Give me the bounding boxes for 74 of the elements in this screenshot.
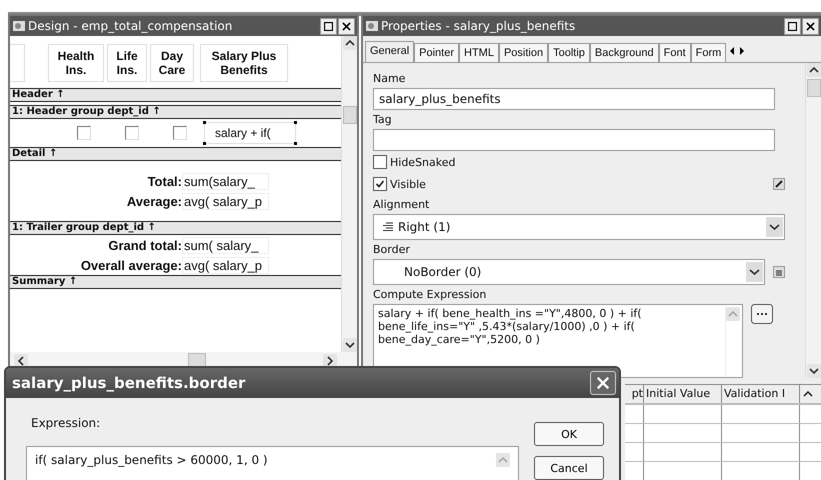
field-label: Expression:: [31, 416, 102, 430]
tab[interactable]: Background: [590, 43, 659, 62]
checkbox-label: HideSnaked: [390, 156, 456, 168]
column-header: pt: [625, 385, 644, 403]
maximize-button[interactable]: [320, 18, 337, 34]
window-title: Design - emp_total_compensation: [28, 19, 234, 33]
computed-field[interactable]: avg( salary_p: [182, 256, 269, 274]
list-icon[interactable]: [773, 266, 785, 278]
field-label: Overall average:: [80, 258, 182, 272]
band-bar[interactable]: 1: Trailer group dept_id ↑: [10, 221, 341, 235]
close-button[interactable]: [802, 18, 819, 34]
scroll-down-icon[interactable]: [806, 364, 820, 378]
scroll-up-icon[interactable]: [806, 63, 820, 77]
dialog-button[interactable]: OK: [534, 422, 604, 446]
column-header: Life Ins.: [107, 44, 147, 82]
checkbox[interactable]: [77, 126, 91, 140]
pencil-icon[interactable]: [773, 178, 785, 190]
column-header: Health Ins.: [48, 44, 104, 82]
tab[interactable]: Position: [498, 43, 548, 62]
maximize-icon: [324, 22, 333, 30]
computed-field[interactable]: sum( salary_: [182, 236, 269, 254]
tab[interactable]: Tooltip: [548, 43, 590, 62]
band-bar[interactable]: Detail ↑: [10, 147, 341, 161]
maximize-button[interactable]: [784, 18, 801, 34]
tab[interactable]: HTML: [459, 43, 499, 62]
field-label: Compute Expression: [373, 288, 488, 301]
tab[interactable]: Font: [658, 43, 691, 62]
checkbox[interactable]: [373, 177, 387, 191]
scroll-thumb[interactable]: [806, 79, 820, 97]
checkbox[interactable]: [373, 155, 387, 169]
window-title: Properties - salary_plus_benefits: [381, 19, 576, 33]
field-label: Average:: [126, 194, 182, 208]
column-header: Validation I: [722, 385, 800, 403]
align-right-icon: [382, 222, 394, 232]
check-icon: [375, 179, 385, 189]
close-icon: [342, 22, 351, 30]
dropdown[interactable]: NoBorder (0): [373, 259, 765, 285]
close-icon: [596, 376, 610, 390]
scroll-thumb[interactable]: [342, 106, 356, 124]
dropdown[interactable]: Right (1): [373, 214, 785, 240]
input-field[interactable]: [373, 129, 775, 151]
column-header: Initial Value: [644, 385, 722, 403]
input-field[interactable]: salary_plus_benefits: [373, 88, 775, 110]
tab[interactable]: General: [365, 41, 414, 62]
tab[interactable]: Pointer: [414, 43, 459, 62]
empty-cell: [10, 44, 25, 82]
field-label: Tag: [373, 113, 393, 126]
maximize-icon: [788, 22, 797, 30]
band-bar[interactable]: Header ↑: [10, 88, 341, 102]
tab[interactable]: Form: [690, 43, 726, 62]
computed-field[interactable]: salary + if(: [204, 122, 296, 144]
checkbox[interactable]: [173, 126, 187, 140]
close-button[interactable]: [338, 18, 355, 34]
computed-field[interactable]: avg( salary_p: [182, 192, 269, 210]
column-header: Salary Plus Benefits: [200, 44, 288, 82]
close-icon: [806, 22, 815, 30]
field-label: Border: [373, 243, 411, 256]
column-header: Day Care: [150, 44, 194, 82]
field-label: Grand total:: [107, 238, 182, 252]
band-bar[interactable]: Summary ↑: [10, 275, 341, 289]
checkbox-label: Visible: [390, 178, 426, 190]
field-label: Total:: [146, 174, 182, 188]
dialog-button[interactable]: Cancel: [534, 456, 604, 480]
field-label: Alignment: [373, 198, 430, 211]
computed-field[interactable]: sum(salary_: [182, 172, 269, 190]
field-label: Name: [373, 72, 406, 85]
vertical-scrollbar[interactable]: [341, 36, 357, 352]
vertical-scrollbar[interactable]: [805, 63, 821, 378]
checkbox[interactable]: [125, 126, 139, 140]
more-icon[interactable]: [751, 304, 773, 324]
dialog-title: salary_plus_benefits.border: [12, 374, 246, 392]
scroll-up-icon[interactable]: [342, 36, 356, 50]
band-bar[interactable]: 1: Header group dept_id ↑: [10, 105, 341, 119]
scroll-down-icon[interactable]: [342, 338, 356, 352]
